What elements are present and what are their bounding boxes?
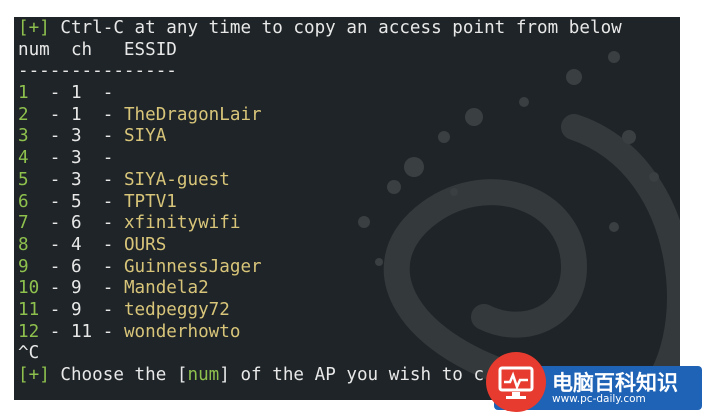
ap-number: 10	[18, 278, 40, 299]
bracket-close: ]	[39, 18, 50, 38]
access-point-row: 7 - 6 - xfinitywifi	[18, 213, 622, 235]
ap-number: 7	[18, 213, 29, 234]
column-separator: -	[81, 169, 124, 190]
bracket-close: ]	[39, 365, 50, 385]
access-point-row: 8 - 4 - OURS	[18, 235, 622, 257]
ap-essid: xfinitywifi	[123, 213, 241, 234]
terminal-output: [+] Ctrl-C at any time to copy an access…	[18, 18, 622, 387]
access-point-row: 11 - 9 - tedpeggy72	[18, 300, 622, 322]
copy-instruction-line: [+] Ctrl-C at any time to copy an access…	[18, 18, 622, 40]
ap-channel: 3	[70, 169, 82, 190]
ap-essid: OURS	[123, 234, 167, 255]
ap-essid: GuinnessJager	[123, 256, 262, 277]
access-point-row: 3 - 3 - SIYA	[18, 126, 622, 148]
ap-channel: 6	[70, 213, 82, 234]
column-separator: -	[28, 213, 71, 234]
ap-channel: 9	[70, 299, 82, 320]
column-headers: num ch ESSID	[18, 39, 177, 60]
bracket-open: [	[18, 18, 29, 38]
ap-number: 3	[18, 126, 29, 147]
ap-channel: 3	[70, 148, 82, 169]
ap-channel: 5	[70, 191, 82, 212]
column-separator: -	[81, 278, 124, 299]
bracket-open: [	[18, 365, 29, 385]
access-point-row: 4 - 3 -	[18, 148, 622, 170]
ap-number: 1	[18, 83, 29, 104]
copy-instruction-text: Ctrl-C at any time to copy an access poi…	[49, 18, 622, 38]
num-keyword: num	[187, 365, 220, 385]
ap-number: 5	[18, 169, 29, 190]
ap-channel: 6	[70, 256, 82, 277]
column-separator: -	[92, 321, 124, 342]
access-point-row: 1 - 1 -	[18, 83, 622, 105]
monitor-icon	[486, 352, 546, 412]
column-separator: -	[81, 126, 124, 147]
column-separator: -	[81, 83, 114, 104]
column-separator: -	[81, 104, 124, 125]
site-watermark: 电脑百科知识 www.pc-daily.com	[486, 352, 702, 412]
ap-number: 9	[18, 256, 29, 277]
ap-number: 2	[18, 104, 29, 125]
column-separator: -	[81, 256, 124, 277]
column-separator: -	[28, 148, 71, 169]
access-point-row: 2 - 1 - TheDragonLair	[18, 105, 622, 127]
column-separator: -	[39, 299, 71, 320]
ap-channel: 1	[70, 83, 82, 104]
column-separator: -	[28, 191, 71, 212]
ap-number: 6	[18, 191, 29, 212]
access-point-row: 9 - 6 - GuinnessJager	[18, 257, 622, 279]
prompt-text: Choose the	[49, 365, 177, 385]
column-separator: -	[39, 321, 71, 342]
column-separator: -	[28, 169, 71, 190]
column-separator: -	[28, 83, 71, 104]
ap-essid: TPTV1	[123, 191, 177, 212]
access-point-row: 5 - 3 - SIYA-guest	[18, 170, 622, 192]
ap-essid: tedpeggy72	[123, 299, 230, 320]
ap-channel: 11	[70, 321, 93, 342]
column-separator: -	[81, 234, 124, 255]
num-bracket-open: [	[176, 365, 188, 385]
num-bracket-close: ]	[219, 365, 230, 385]
column-separator: -	[81, 191, 124, 212]
ap-channel: 3	[70, 126, 82, 147]
ap-number: 4	[18, 148, 29, 169]
ap-essid: wonderhowto	[123, 321, 241, 342]
ap-number: 12	[18, 321, 40, 342]
ap-number: 11	[18, 299, 40, 320]
ap-channel: 1	[70, 104, 82, 125]
ap-essid: Mandela2	[123, 278, 209, 299]
column-separator: -	[81, 213, 124, 234]
ap-number: 8	[18, 234, 29, 255]
prompt-text-end: of the AP you wish to c	[229, 365, 485, 385]
access-point-row: 10 - 9 - Mandela2	[18, 278, 622, 300]
access-point-list: 1 - 1 -2 - 1 - TheDragonLair 3 - 3 - SIYA…	[18, 83, 622, 343]
ap-channel: 9	[70, 278, 82, 299]
column-separator: -	[81, 299, 124, 320]
access-point-row: 6 - 5 - TPTV1	[18, 192, 622, 214]
column-separator: -	[28, 104, 71, 125]
plus-marker: +	[28, 18, 40, 38]
column-separator: -	[28, 256, 71, 277]
ap-essid: SIYA	[123, 126, 167, 147]
access-point-row: 12 - 11 - wonderhowto	[18, 322, 622, 344]
column-separator: -	[81, 148, 114, 169]
column-separator: -	[28, 234, 71, 255]
watermark-url: www.pc-daily.com	[552, 393, 646, 405]
ap-essid: SIYA-guest	[123, 169, 230, 190]
column-separator: -	[39, 278, 71, 299]
terminal-window[interactable]: [+] Ctrl-C at any time to copy an access…	[14, 17, 680, 400]
ap-channel: 4	[70, 234, 82, 255]
column-separator: -	[28, 126, 71, 147]
ap-essid: TheDragonLair	[123, 104, 262, 125]
header-separator: ---------------	[18, 61, 177, 82]
plus-marker: +	[28, 365, 40, 385]
